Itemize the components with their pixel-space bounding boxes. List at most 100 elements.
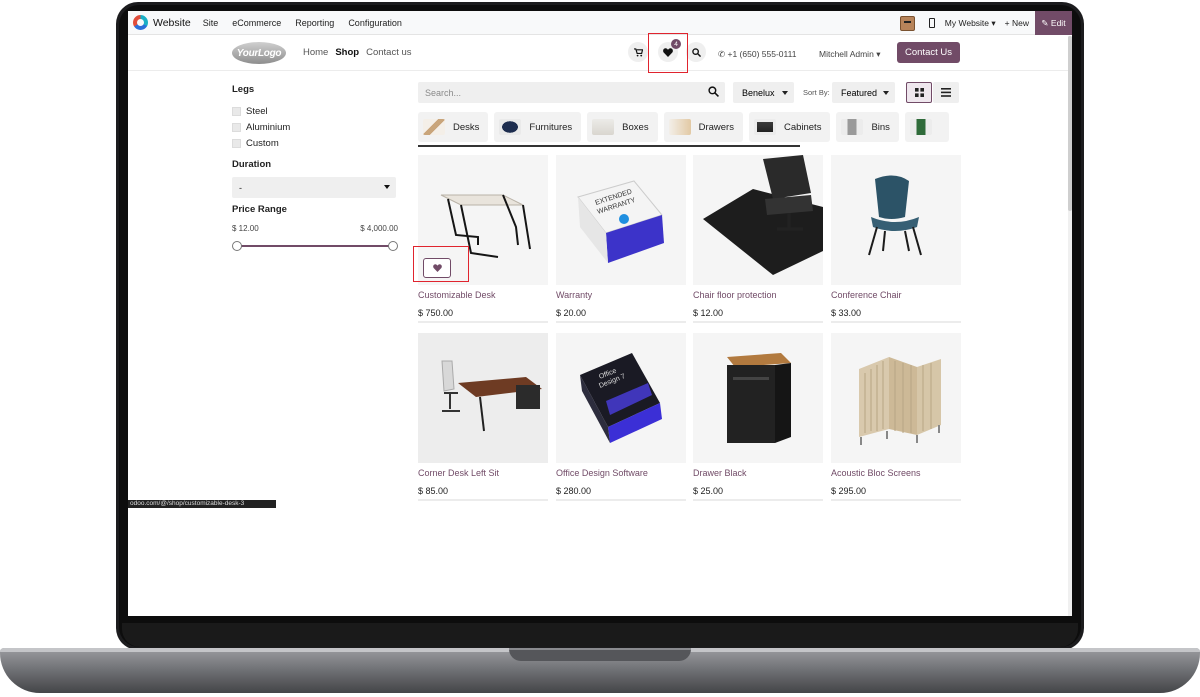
duration-value: - <box>239 182 242 193</box>
filter-option-steel[interactable]: Steel <box>232 103 398 119</box>
filter-sidebar: Legs Steel Aluminium Custom Duration - P… <box>232 84 398 252</box>
checkbox[interactable] <box>232 106 241 116</box>
cart-icon <box>633 47 643 57</box>
nav-shop[interactable]: Shop <box>335 47 359 58</box>
new-button[interactable]: + New <box>1005 18 1029 28</box>
product-image[interactable] <box>831 155 961 285</box>
filter-legs-title: Legs <box>232 84 255 95</box>
nav-contact[interactable]: Contact us <box>366 47 411 58</box>
caret-down-icon <box>883 91 889 95</box>
category-label: Furnitures <box>529 121 573 133</box>
site-logo[interactable]: YourLogo <box>232 42 286 64</box>
product-image[interactable] <box>693 155 823 285</box>
category-thumbnail <box>909 119 932 135</box>
product-name[interactable]: Corner Desk Left Sit <box>418 468 548 478</box>
slider-track <box>237 245 393 247</box>
filter-option-aluminium[interactable]: Aluminium <box>232 119 398 135</box>
cart-button[interactable] <box>628 42 648 62</box>
product-card[interactable]: Drawer Black $ 25.00 <box>693 333 823 501</box>
menu-site[interactable]: Site <box>203 18 219 28</box>
contact-us-button[interactable]: Contact Us <box>897 42 960 63</box>
product-card[interactable]: Corner Desk Left Sit $ 85.00 <box>418 333 548 501</box>
category-thumbnail <box>423 119 445 135</box>
product-name[interactable]: Chair floor protection <box>693 290 823 300</box>
user-name: Mitchell Admin <box>819 49 874 59</box>
website-app-icon[interactable] <box>133 15 148 30</box>
category-cabinets[interactable]: Cabinets <box>748 112 831 142</box>
user-avatar[interactable] <box>899 15 915 31</box>
product-name[interactable]: Conference Chair <box>831 290 961 300</box>
page-scrollbar[interactable] <box>1068 36 1072 616</box>
search-placeholder: Search... <box>425 87 462 98</box>
product-card[interactable]: Conference Chair $ 33.00 <box>831 155 961 323</box>
product-card[interactable]: Customizable Desk $ 750.00 <box>418 155 548 323</box>
sort-dropdown[interactable]: Featured <box>832 82 895 103</box>
menu-configuration[interactable]: Configuration <box>348 18 402 28</box>
phone-info[interactable]: ✆ +1 (650) 555-0111 <box>718 49 796 60</box>
product-name[interactable]: Customizable Desk <box>418 290 548 300</box>
grid-view-button[interactable] <box>906 82 932 103</box>
product-image[interactable] <box>693 333 823 463</box>
product-name[interactable]: Drawer Black <box>693 468 823 478</box>
scrollbar-thumb[interactable] <box>1068 36 1072 211</box>
product-card[interactable]: EXTENDED WARRANTY Warranty $ 20.00 <box>556 155 686 323</box>
category-scroll-indicator <box>418 145 800 147</box>
app-name[interactable]: Website <box>153 17 191 29</box>
header-search-button[interactable] <box>686 42 706 62</box>
mobile-preview-icon[interactable] <box>928 18 935 28</box>
duration-select[interactable]: - <box>232 177 396 198</box>
option-label: Steel <box>246 105 268 117</box>
edit-button[interactable]: ✎ Edit <box>1035 11 1072 35</box>
search-icon[interactable] <box>708 86 719 99</box>
product-image[interactable]: EXTENDED WARRANTY <box>556 155 686 285</box>
list-view-button[interactable] <box>933 82 959 103</box>
category-boxes[interactable]: Boxes <box>587 112 658 142</box>
laptop-notch <box>509 648 691 661</box>
product-card[interactable]: Chair floor protection $ 12.00 <box>693 155 823 323</box>
product-search-input[interactable]: Search... <box>418 82 725 103</box>
filter-option-custom[interactable]: Custom <box>232 135 398 151</box>
category-bins[interactable]: Bins <box>836 112 899 142</box>
user-menu[interactable]: Mitchell Admin ▾ <box>819 49 880 60</box>
sort-label: Sort By: <box>803 88 830 97</box>
wishlist-button-highlight-box <box>413 246 469 282</box>
category-label: Cabinets <box>783 121 822 133</box>
product-image[interactable] <box>831 333 961 463</box>
category-label: Desks <box>453 121 480 133</box>
product-image[interactable]: Office Design 7 <box>556 333 686 463</box>
category-label: Boxes <box>622 121 649 133</box>
grid-view-icon <box>914 88 924 97</box>
filter-duration-title: Duration <box>232 159 272 170</box>
product-card[interactable]: Acoustic Bloc Screens $ 295.00 <box>831 333 961 501</box>
category-desks[interactable]: Desks <box>418 112 489 142</box>
category-more[interactable] <box>904 112 949 142</box>
product-image[interactable] <box>418 333 548 463</box>
price-slider[interactable] <box>232 240 398 252</box>
chevron-down-icon: ▾ <box>876 49 881 59</box>
caret-down-icon <box>782 91 788 95</box>
nav-home[interactable]: Home <box>303 47 328 58</box>
product-card[interactable]: Office Design 7 Office Design Software $ … <box>556 333 686 501</box>
slider-handle-max[interactable] <box>388 241 398 251</box>
menu-ecommerce[interactable]: eCommerce <box>232 18 281 28</box>
menu-reporting[interactable]: Reporting <box>295 18 334 28</box>
product-price: $ 750.00 <box>418 308 454 318</box>
status-bar-url: odoo.com/@/shop/customizable-desk-3 <box>128 500 276 508</box>
product-name[interactable]: Warranty <box>556 290 686 300</box>
sort-value: Featured <box>841 87 878 98</box>
wishlist-highlight-box <box>648 33 688 73</box>
price-max: $ 4,000.00 <box>360 224 398 233</box>
product-price: $ 33.00 <box>831 308 862 318</box>
product-name[interactable]: Office Design Software <box>556 468 686 478</box>
product-name[interactable]: Acoustic Bloc Screens <box>831 468 961 478</box>
category-drawers[interactable]: Drawers <box>663 112 743 142</box>
checkbox[interactable] <box>232 138 241 148</box>
pricelist-dropdown[interactable]: Benelux <box>733 82 794 103</box>
slider-handle-min[interactable] <box>232 241 242 251</box>
category-furnitures[interactable]: Furnitures <box>494 112 582 142</box>
website-switcher[interactable]: My Website ▾ <box>945 18 996 29</box>
phone-icon: ✆ <box>718 49 726 59</box>
checkbox[interactable] <box>232 122 241 132</box>
category-label: Drawers <box>698 121 734 133</box>
main-nav: Home Shop Contact us <box>303 47 419 58</box>
